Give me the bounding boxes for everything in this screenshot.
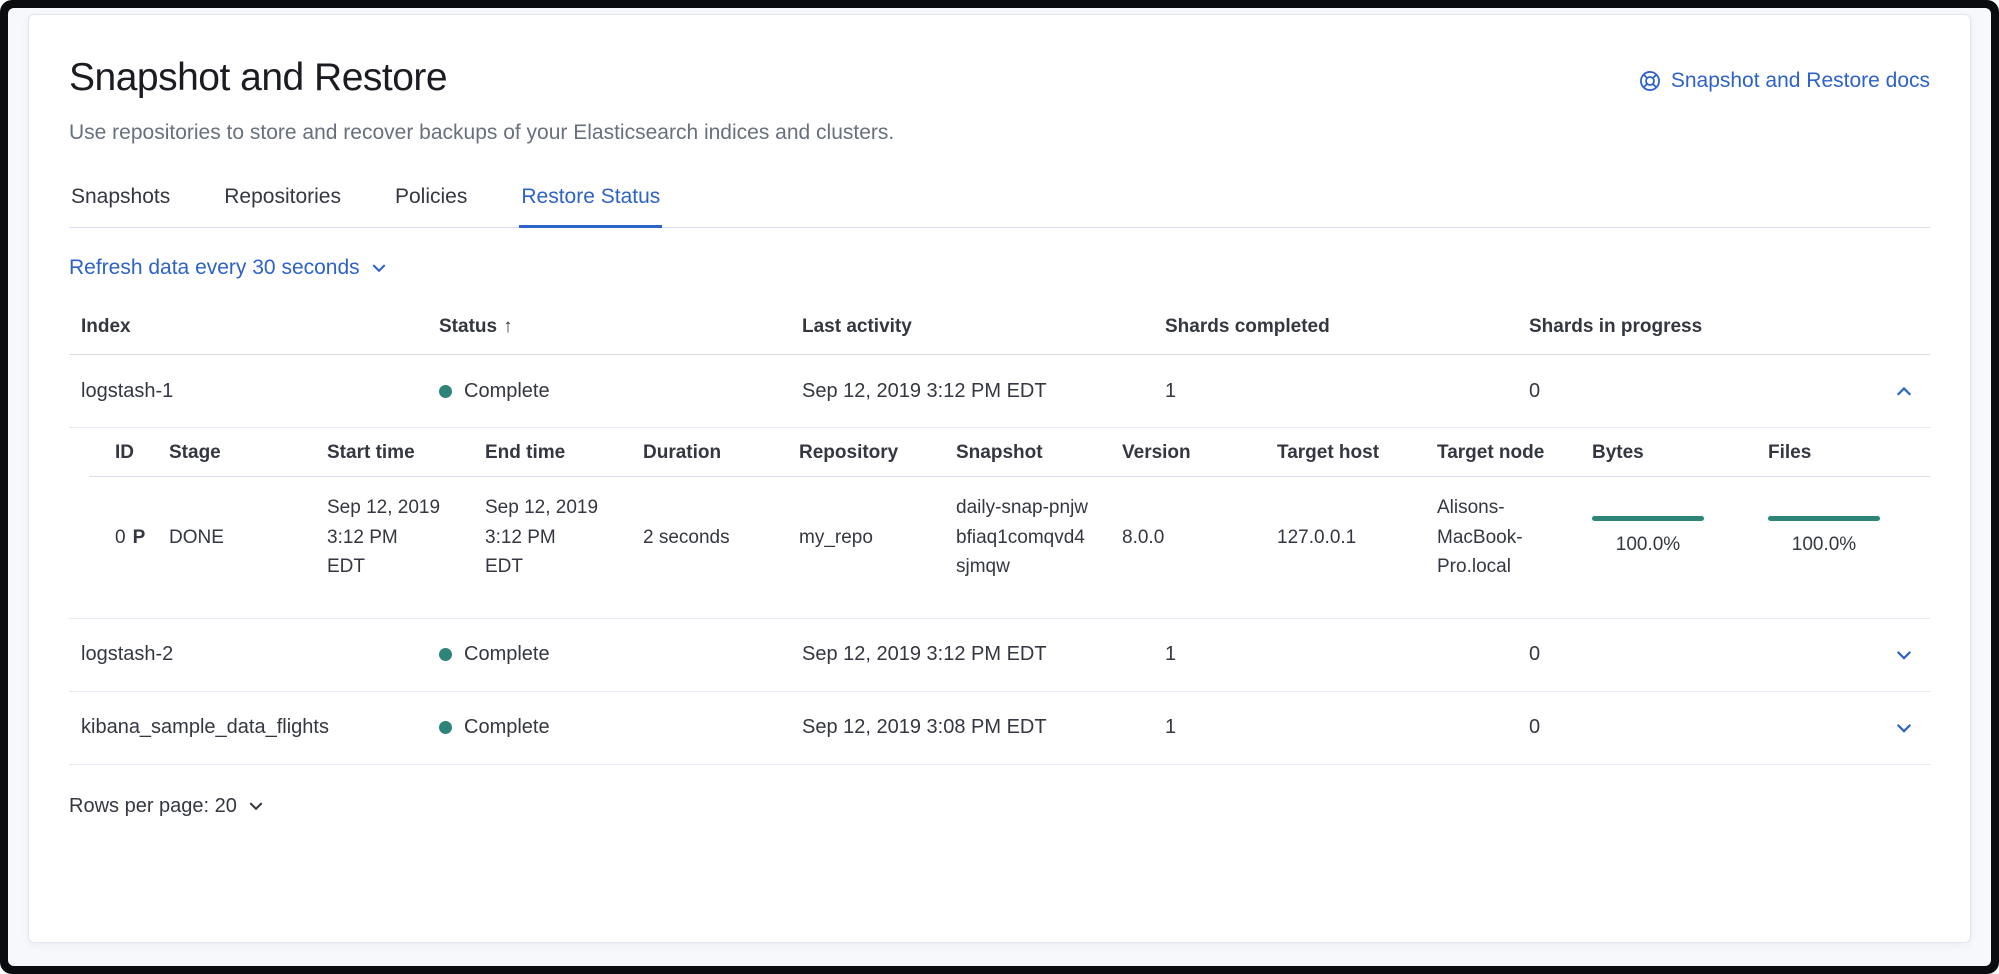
target-host-cell: 127.0.0.1 (1269, 507, 1429, 568)
expander-cell (1882, 355, 1930, 427)
expand-row-button[interactable] (1890, 714, 1918, 742)
life-ring-icon (1639, 70, 1661, 92)
column-header-expander (1882, 315, 1930, 343)
expander-cell (1882, 619, 1930, 691)
detail-column-id: ID (89, 428, 161, 476)
files-progress-bar (1768, 516, 1880, 521)
page-title: Snapshot and Restore (69, 55, 447, 102)
snapshot-cell: daily-snap-pnjwbfiaq1comqvd4sjmqw (948, 477, 1100, 597)
refresh-interval-label: Refresh data every 30 seconds (69, 256, 360, 280)
detail-header-row: ID Stage Start time End time Duration Re… (89, 428, 1930, 477)
index-cell: logstash-2 (69, 621, 427, 688)
rows-per-page-control[interactable]: Rows per page: 20 (69, 795, 265, 818)
shards-in-progress-cell: 0 (1517, 621, 1882, 688)
page-header: Snapshot and Restore Snapshot and Restor… (69, 55, 1930, 102)
shards-completed-cell: 1 (1153, 694, 1517, 761)
detail-column-version: Version (1114, 428, 1269, 476)
repository-cell: my_repo (791, 507, 948, 568)
primary-shard-badge: P (133, 527, 146, 548)
shard-id-cell: 0P (89, 507, 161, 568)
index-cell: logstash-1 (69, 358, 427, 425)
shard-detail-panel: ID Stage Start time End time Duration Re… (69, 428, 1930, 618)
tab-bar: Snapshots Repositories Policies Restore … (69, 179, 1930, 228)
table-header-row: Index Status↑ Last activity Shards compl… (69, 304, 1930, 355)
status-label: Complete (464, 716, 550, 739)
chevron-up-icon (1894, 389, 1914, 404)
tab-restore-status[interactable]: Restore Status (519, 179, 662, 228)
page-subtitle: Use repositories to store and recover ba… (69, 118, 1930, 147)
shards-in-progress-cell: 0 (1517, 694, 1882, 761)
window-frame: Snapshot and Restore Snapshot and Restor… (0, 0, 1999, 974)
chevron-down-icon (1894, 653, 1914, 668)
docs-link[interactable]: Snapshot and Restore docs (1639, 69, 1930, 93)
docs-link-label: Snapshot and Restore docs (1671, 69, 1930, 93)
last-activity-cell: Sep 12, 2019 3:08 PM EDT (790, 694, 1153, 761)
last-activity-cell: Sep 12, 2019 3:12 PM EDT (790, 358, 1153, 425)
chevron-down-icon (370, 259, 388, 277)
last-activity-cell: Sep 12, 2019 3:12 PM EDT (790, 621, 1153, 688)
table-row: logstash-1 Complete Sep 12, 2019 3:12 PM… (69, 355, 1930, 428)
files-progress-cell: 100.0% (1760, 500, 1930, 575)
version-cell: 8.0.0 (1114, 507, 1269, 568)
shards-completed-cell: 1 (1153, 621, 1517, 688)
app-background: Snapshot and Restore Snapshot and Restor… (8, 8, 1991, 966)
status-label: Complete (464, 380, 550, 403)
status-label: Complete (464, 643, 550, 666)
tab-repositories[interactable]: Repositories (222, 179, 343, 228)
column-header-status[interactable]: Status↑ (427, 304, 790, 354)
column-header-index: Index (69, 304, 427, 354)
bytes-progress-bar (1592, 516, 1704, 521)
bytes-progress-label: 100.0% (1592, 530, 1704, 559)
stage-cell: DONE (161, 507, 319, 568)
duration-cell: 2 seconds (635, 507, 791, 568)
detail-column-files: Files (1760, 428, 1930, 476)
restore-status-table: Index Status↑ Last activity Shards compl… (69, 304, 1930, 764)
detail-column-bytes: Bytes (1584, 428, 1760, 476)
status-dot-complete (439, 648, 452, 661)
status-cell: Complete (427, 694, 790, 761)
target-node-cell: Alisons-MacBook-Pro.local (1429, 477, 1547, 597)
sort-ascending-icon: ↑ (503, 316, 513, 337)
index-cell: kibana_sample_data_flights (69, 694, 427, 761)
status-dot-complete (439, 721, 452, 734)
expander-cell (1882, 692, 1930, 764)
column-header-shards-in-progress: Shards in progress (1517, 304, 1882, 354)
start-time-cell: Sep 12, 2019 3:12 PM EDT (319, 477, 449, 597)
detail-column-duration: Duration (635, 428, 791, 476)
chevron-down-icon (247, 797, 265, 815)
detail-column-stage: Stage (161, 428, 319, 476)
tab-snapshots[interactable]: Snapshots (69, 179, 172, 228)
collapse-row-button[interactable] (1890, 377, 1918, 405)
table-row: logstash-2 Complete Sep 12, 2019 3:12 PM… (69, 619, 1930, 692)
shards-in-progress-cell: 0 (1517, 358, 1882, 425)
detail-column-target-host: Target host (1269, 428, 1429, 476)
shards-completed-cell: 1 (1153, 358, 1517, 425)
status-cell: Complete (427, 621, 790, 688)
detail-row: 0P DONE Sep 12, 2019 3:12 PM EDT Sep 12,… (89, 477, 1930, 597)
table-row: kibana_sample_data_flights Complete Sep … (69, 692, 1930, 765)
status-dot-complete (439, 385, 452, 398)
column-header-shards-completed: Shards completed (1153, 304, 1517, 354)
tab-policies[interactable]: Policies (393, 179, 469, 228)
expand-row-button[interactable] (1890, 641, 1918, 669)
chevron-down-icon (1894, 726, 1914, 741)
files-progress-label: 100.0% (1768, 530, 1880, 559)
detail-column-snapshot: Snapshot (948, 428, 1114, 476)
snapshot-restore-panel: Snapshot and Restore Snapshot and Restor… (28, 14, 1971, 943)
detail-column-target-node: Target node (1429, 428, 1584, 476)
detail-column-start-time: Start time (319, 428, 477, 476)
column-header-last-activity: Last activity (790, 304, 1153, 354)
refresh-interval-control[interactable]: Refresh data every 30 seconds (69, 256, 388, 280)
bytes-progress-cell: 100.0% (1584, 500, 1760, 575)
end-time-cell: Sep 12, 2019 3:12 PM EDT (477, 477, 607, 597)
detail-column-repository: Repository (791, 428, 948, 476)
status-cell: Complete (427, 358, 790, 425)
rows-per-page-label: Rows per page: 20 (69, 795, 237, 818)
detail-column-end-time: End time (477, 428, 635, 476)
